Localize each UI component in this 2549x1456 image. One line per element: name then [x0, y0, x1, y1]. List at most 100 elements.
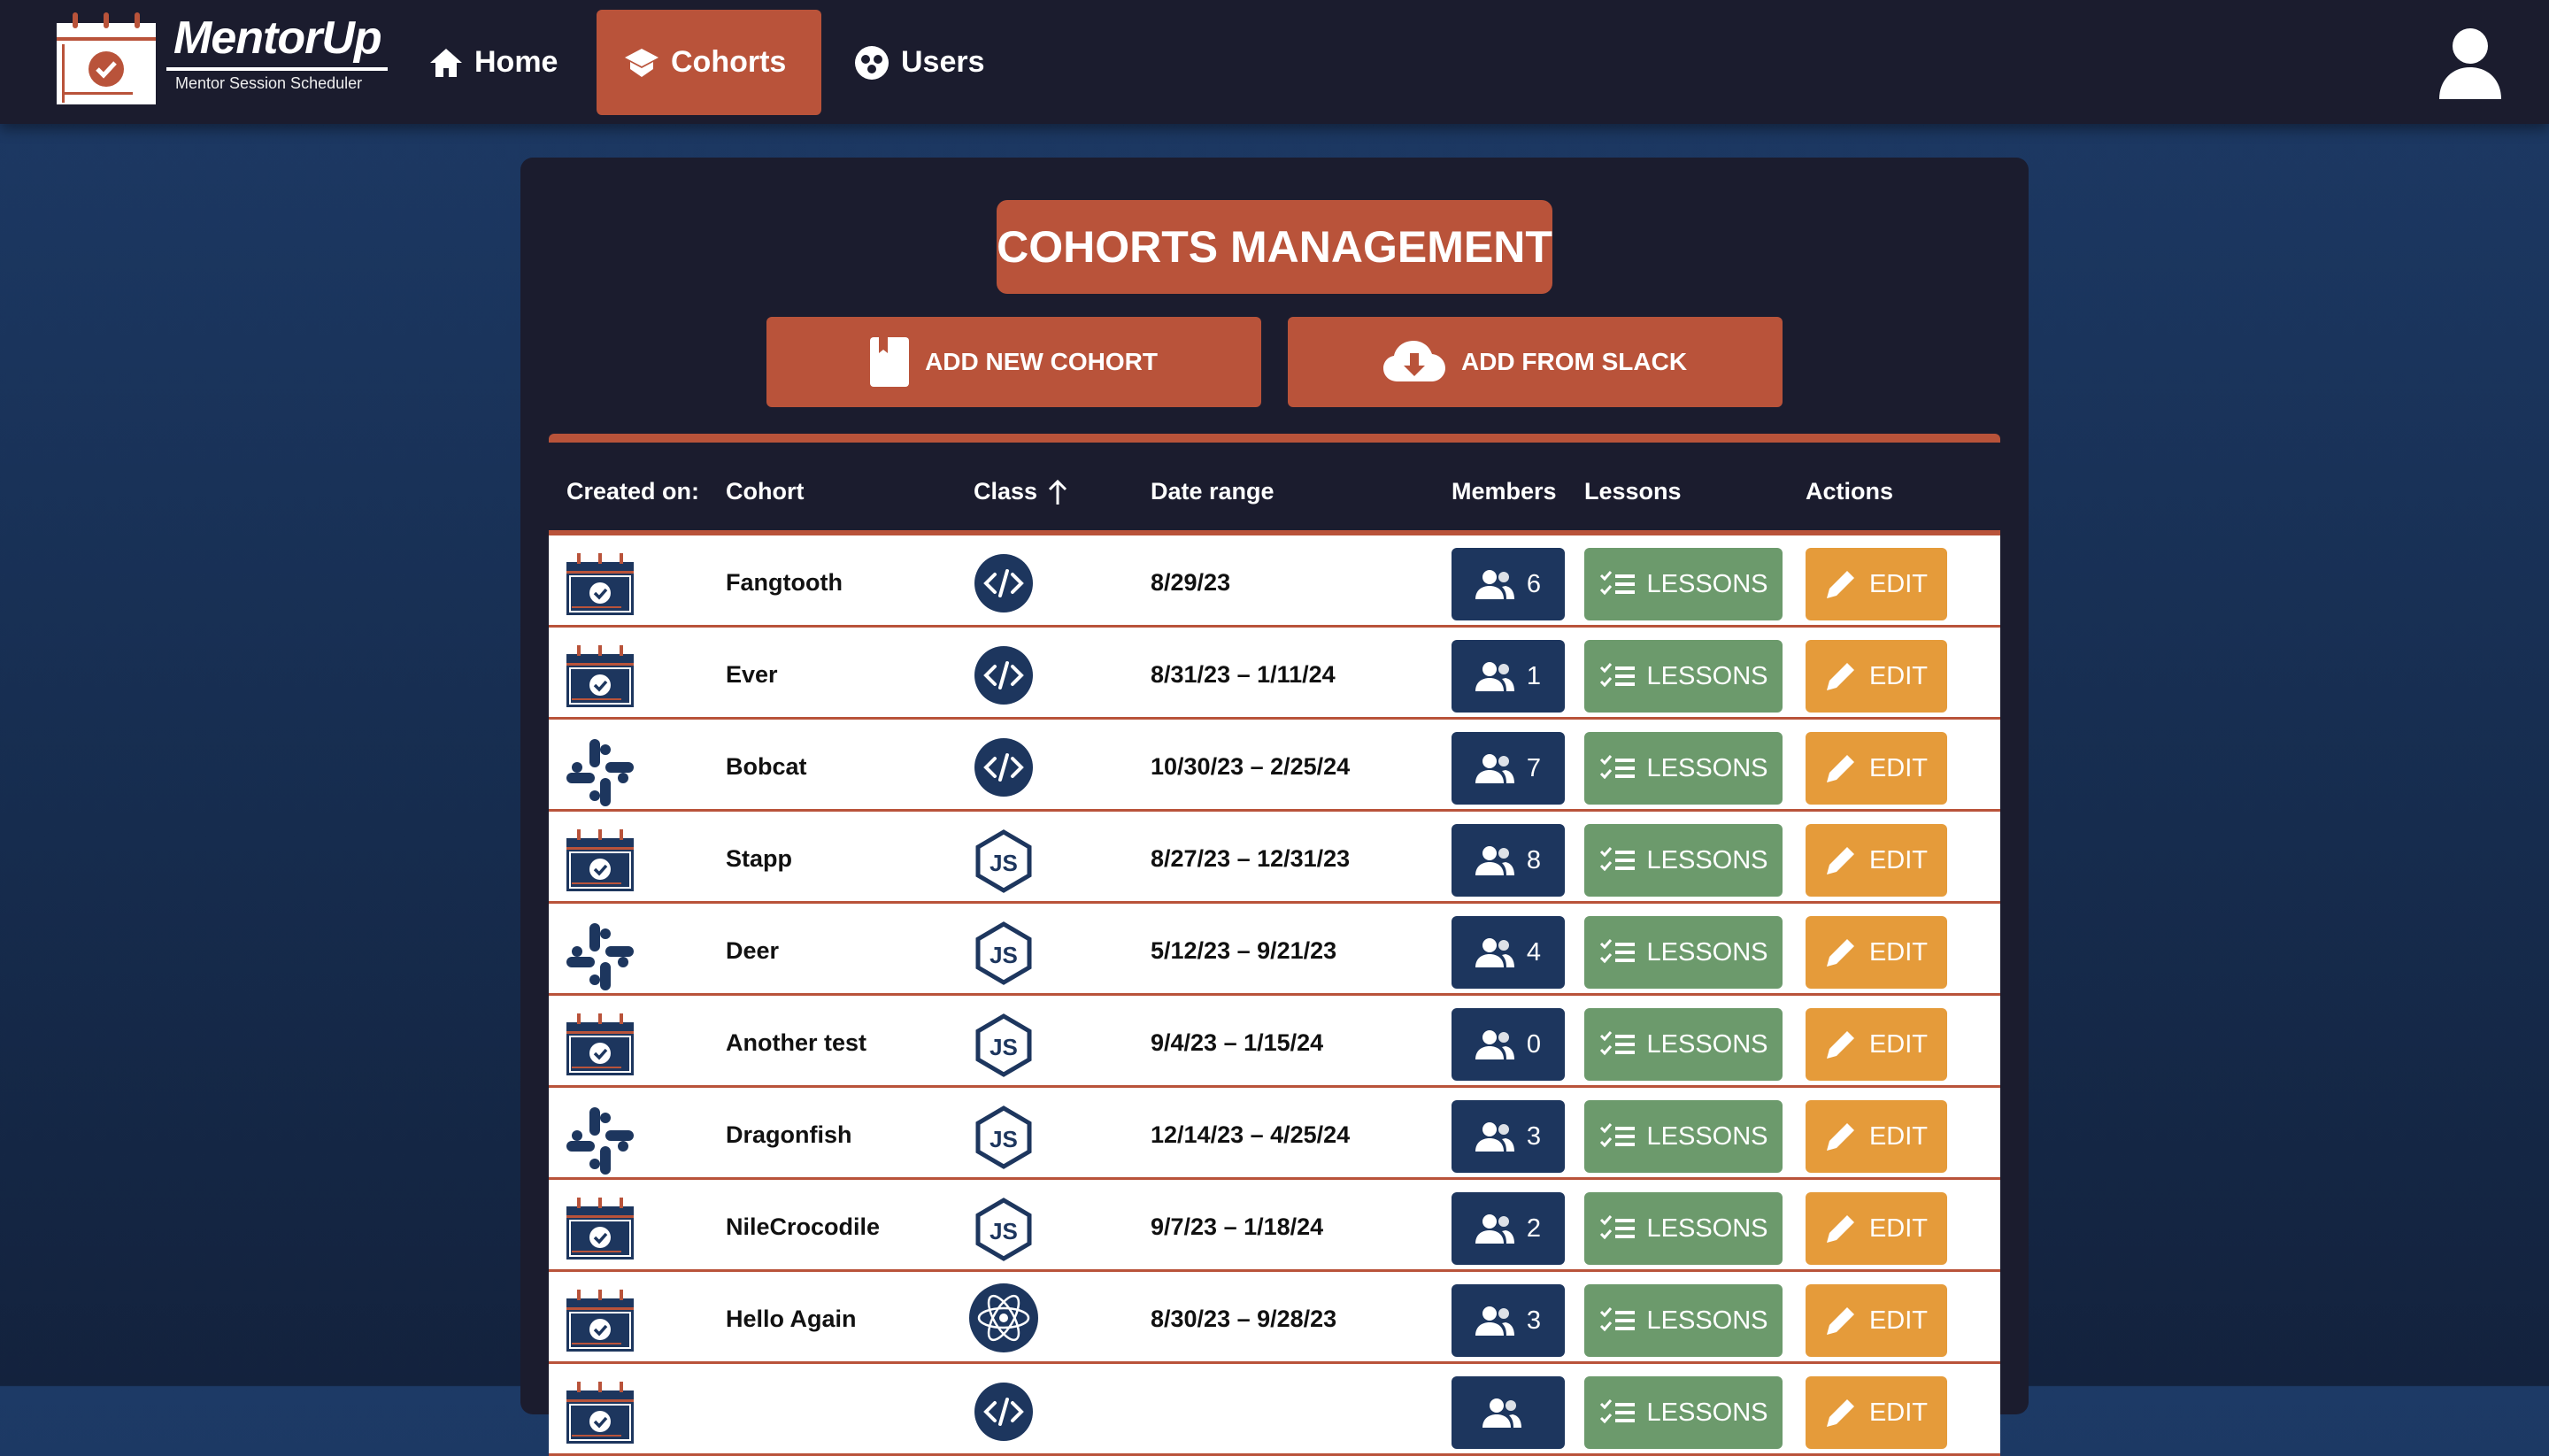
- svg-text:JS: JS: [990, 1126, 1018, 1152]
- edit-button[interactable]: EDIT: [1806, 640, 1947, 713]
- calendar-check-icon: [566, 1290, 634, 1352]
- members-button[interactable]: 3: [1452, 1100, 1565, 1173]
- cohort-name: Stapp: [726, 845, 793, 872]
- react-icon: [969, 1283, 1038, 1352]
- header-created[interactable]: Created on:: [566, 478, 699, 505]
- logo[interactable]: MentorUp Mentor Session Scheduler: [55, 11, 388, 106]
- class-icon-code: [974, 737, 1034, 804]
- users-icon: [1475, 1306, 1514, 1336]
- lessons-button[interactable]: LESSONS: [1584, 640, 1783, 713]
- users-icon: [1475, 662, 1514, 691]
- cohort-name: Another test: [726, 1029, 867, 1056]
- lessons-label: LESSONS: [1646, 1306, 1768, 1335]
- table-header: Created on: Cohort Class Date range Memb…: [549, 443, 2000, 535]
- nav-users[interactable]: Users: [823, 10, 1015, 115]
- members-button[interactable]: [1452, 1376, 1565, 1449]
- edit-button[interactable]: EDIT: [1806, 916, 1947, 989]
- lessons-button[interactable]: LESSONS: [1584, 1008, 1783, 1081]
- members-button[interactable]: 1: [1452, 640, 1565, 713]
- edit-button[interactable]: EDIT: [1806, 732, 1947, 805]
- cohort-name: NileCrocodile: [726, 1213, 881, 1240]
- nav-users-label: Users: [901, 45, 985, 79]
- list-check-icon: [1599, 663, 1635, 688]
- date-range: 8/31/23 – 1/11/24: [1151, 661, 1336, 688]
- add-from-slack-button[interactable]: ADD FROM SLACK: [1288, 317, 1783, 407]
- table-row: Deer JS 5/12/23 – 9/21/23 4 LESSONS EDIT: [549, 904, 2000, 996]
- lessons-button[interactable]: LESSONS: [1584, 1376, 1783, 1449]
- users-icon: [1475, 1214, 1514, 1244]
- lessons-label: LESSONS: [1646, 845, 1768, 874]
- list-check-icon: [1599, 1307, 1635, 1332]
- graduation-cap-icon: [625, 48, 658, 77]
- lessons-label: LESSONS: [1646, 1121, 1768, 1151]
- edit-button[interactable]: EDIT: [1806, 1100, 1947, 1173]
- user-avatar-icon[interactable]: [2436, 25, 2505, 99]
- list-check-icon: [1599, 755, 1635, 780]
- nav-cohorts-label: Cohorts: [671, 45, 787, 79]
- members-button[interactable]: 3: [1452, 1284, 1565, 1357]
- header-cohort[interactable]: Cohort: [726, 478, 804, 505]
- pencil-icon: [1826, 571, 1854, 598]
- edit-button[interactable]: EDIT: [1806, 1284, 1947, 1357]
- add-from-slack-label: ADD FROM SLACK: [1460, 348, 1688, 375]
- created-source-calendar: [565, 1382, 635, 1452]
- lessons-button[interactable]: LESSONS: [1584, 824, 1783, 897]
- members-button[interactable]: 6: [1452, 548, 1565, 620]
- header-class[interactable]: Class: [974, 478, 1037, 505]
- lessons-button[interactable]: LESSONS: [1584, 1192, 1783, 1265]
- svg-text:JS: JS: [990, 850, 1018, 876]
- edit-button[interactable]: EDIT: [1806, 1008, 1947, 1081]
- calendar-check-icon: [566, 553, 634, 615]
- sort-arrow-up-icon[interactable]: [1048, 480, 1067, 505]
- edit-label: EDIT: [1868, 753, 1929, 782]
- edit-button[interactable]: EDIT: [1806, 548, 1947, 620]
- members-button[interactable]: 2: [1452, 1192, 1565, 1265]
- lessons-button[interactable]: LESSONS: [1584, 548, 1783, 620]
- date-range: 8/29/23: [1151, 569, 1231, 596]
- members-button[interactable]: 0: [1452, 1008, 1565, 1081]
- edit-label: EDIT: [1868, 1029, 1929, 1059]
- pencil-icon: [1826, 1399, 1854, 1427]
- members-button[interactable]: 7: [1452, 732, 1565, 805]
- page-title: COHORTS MANAGEMENT: [997, 200, 1552, 294]
- date-range: 8/30/23 – 9/28/23: [1151, 1306, 1337, 1332]
- class-icon-react: [968, 1283, 1039, 1360]
- header-date-range[interactable]: Date range: [1151, 478, 1274, 505]
- calendar-check-icon: [566, 1382, 634, 1444]
- date-range: 8/27/23 – 12/31/23: [1151, 845, 1351, 872]
- date-range: 10/30/23 – 2/25/24: [1151, 753, 1351, 780]
- members-button[interactable]: 4: [1452, 916, 1565, 989]
- svg-text:JS: JS: [990, 1218, 1018, 1244]
- date-range: 5/12/23 – 9/21/23: [1151, 937, 1337, 964]
- edit-button[interactable]: EDIT: [1806, 1192, 1947, 1265]
- top-nav: MentorUp Mentor Session Scheduler Home Co…: [0, 0, 2549, 124]
- lessons-button[interactable]: LESSONS: [1584, 916, 1783, 989]
- edit-button[interactable]: EDIT: [1806, 1376, 1947, 1449]
- members-count: 1: [1526, 661, 1542, 690]
- cohorts-table: Created on: Cohort Class Date range Memb…: [549, 434, 2000, 1456]
- edit-button[interactable]: EDIT: [1806, 824, 1947, 897]
- class-icon-code: [974, 1382, 1034, 1448]
- nav-cohorts[interactable]: Cohorts: [597, 10, 821, 115]
- nav-home-label: Home: [474, 45, 558, 79]
- created-source-calendar: [565, 553, 635, 623]
- pencil-icon: [1826, 663, 1854, 690]
- table-row: Dragonfish JS 12/14/23 – 4/25/24 3 LESSO…: [549, 1088, 2000, 1180]
- members-count: 3: [1526, 1306, 1542, 1335]
- created-source-slack: [565, 1105, 635, 1183]
- lessons-button[interactable]: LESSONS: [1584, 732, 1783, 805]
- calendar-check-icon: [566, 645, 634, 707]
- members-button[interactable]: 8: [1452, 824, 1565, 897]
- lessons-button[interactable]: LESSONS: [1584, 1284, 1783, 1357]
- lessons-button[interactable]: LESSONS: [1584, 1100, 1783, 1173]
- list-check-icon: [1599, 1031, 1635, 1056]
- pencil-icon: [1826, 1215, 1854, 1243]
- date-range: 9/4/23 – 1/15/24: [1151, 1029, 1324, 1056]
- members-count: 7: [1526, 753, 1542, 782]
- calendar-check-icon: [566, 1013, 634, 1075]
- table-row: Hello Again 8/30/23 – 9/28/23 3 LESSONS …: [549, 1272, 2000, 1364]
- add-new-cohort-button[interactable]: ADD NEW COHORT: [766, 317, 1261, 407]
- table-row: Bobcat 10/30/23 – 2/25/24 7 LESSONS EDIT: [549, 720, 2000, 812]
- nav-home[interactable]: Home: [398, 10, 588, 115]
- class-icon-code: [974, 553, 1034, 620]
